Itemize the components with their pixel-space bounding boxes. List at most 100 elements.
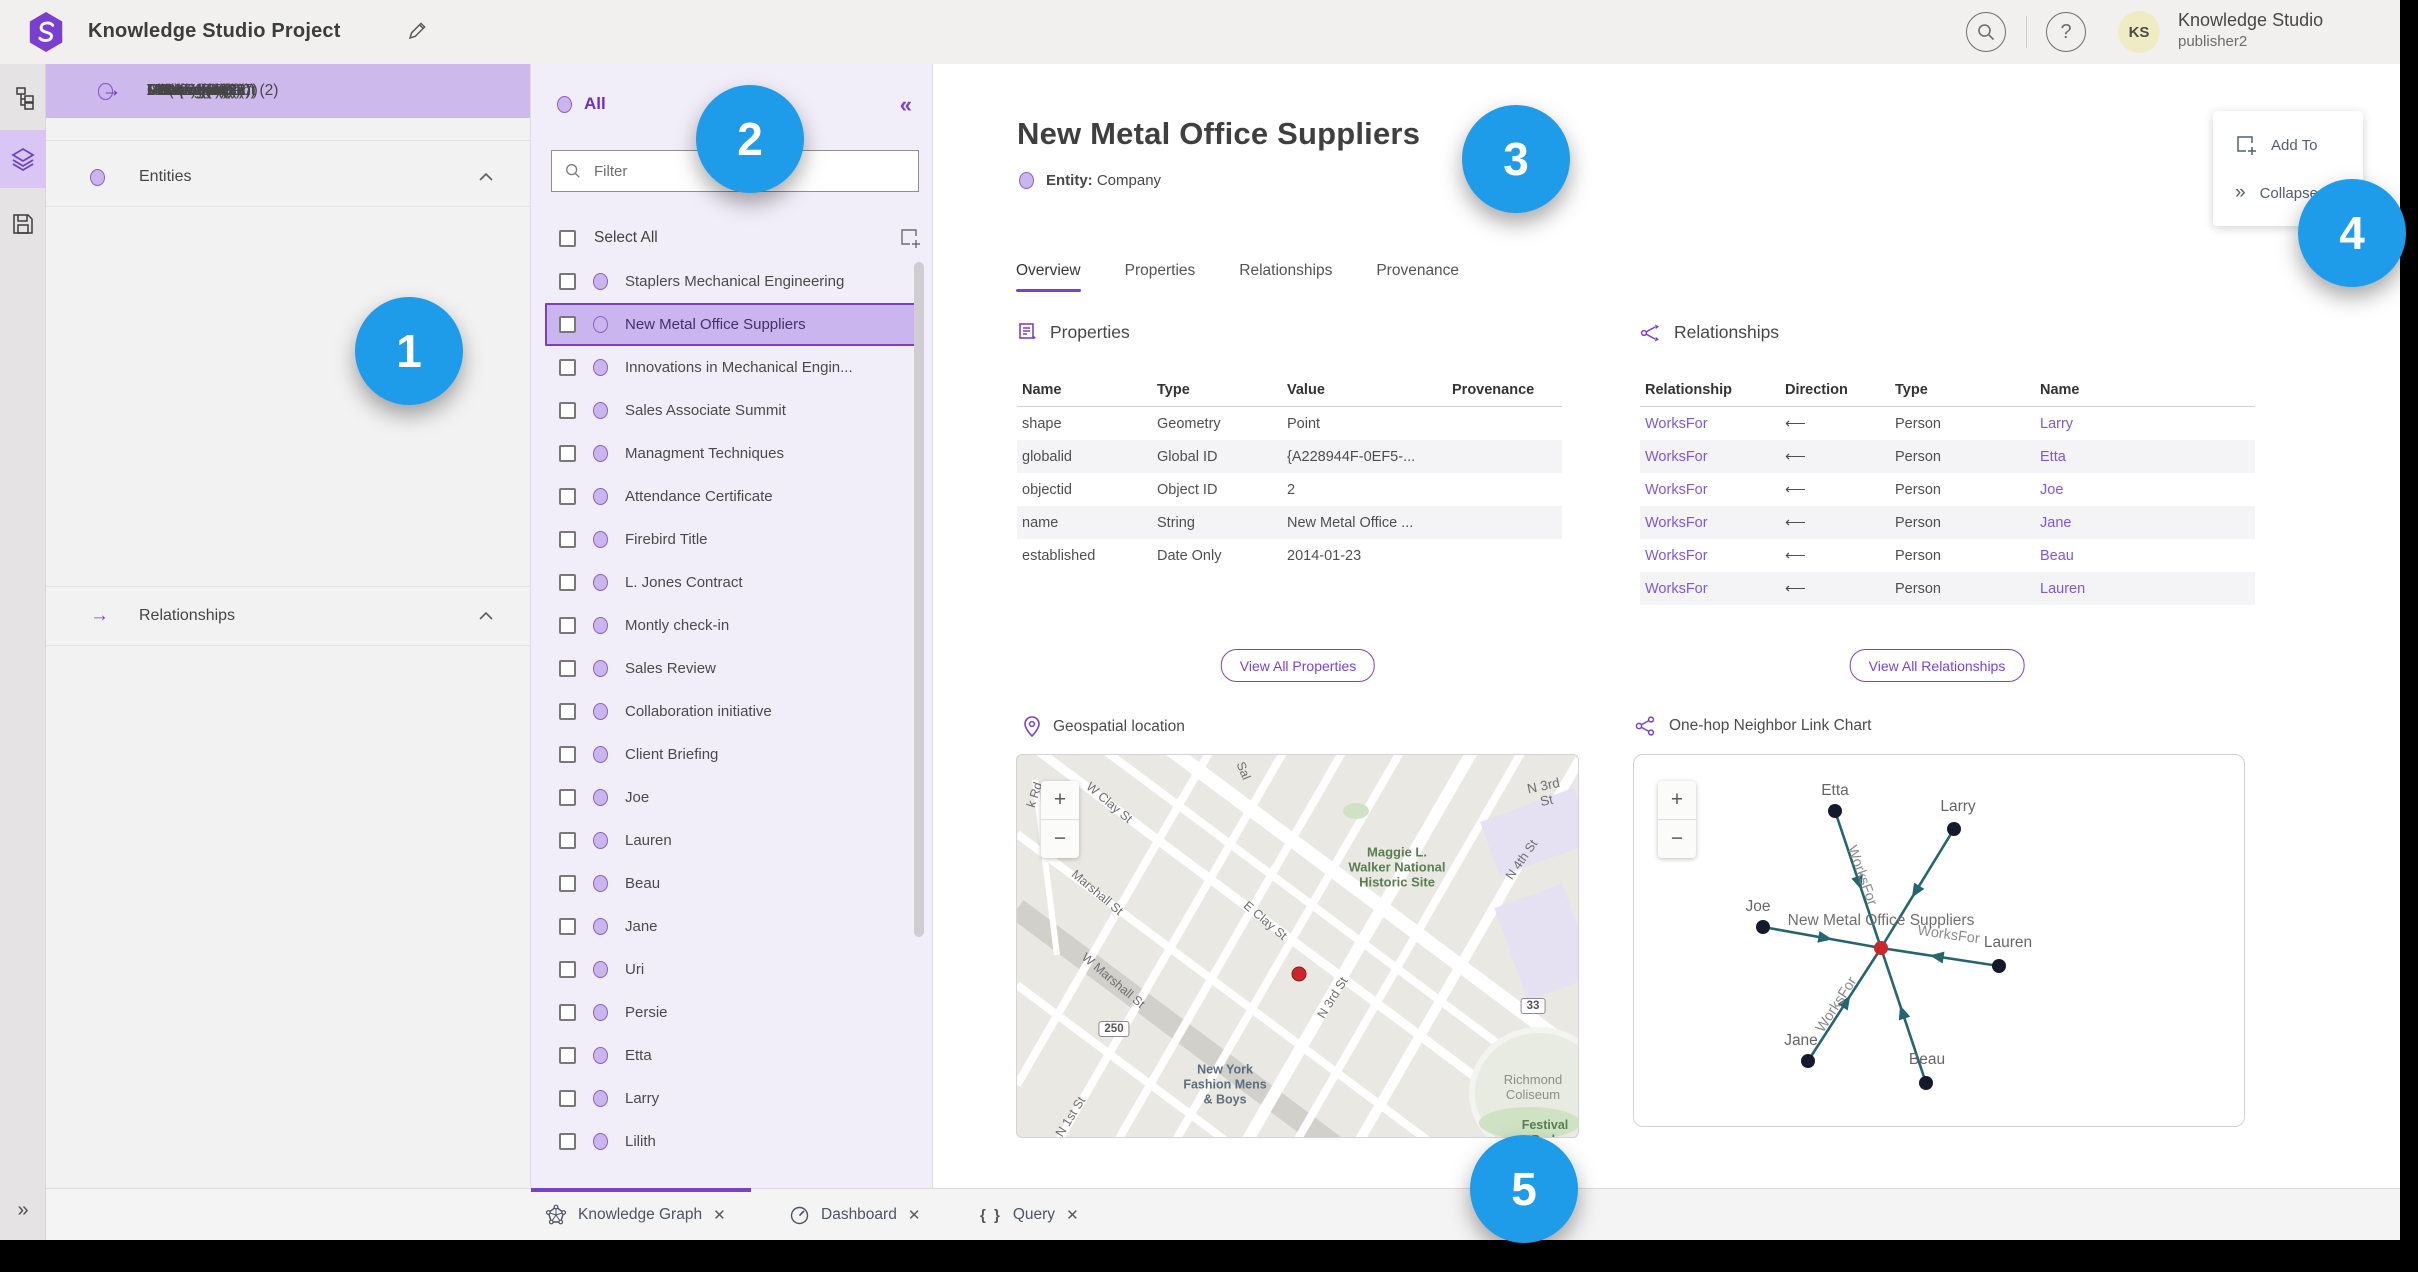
related-entity-link[interactable]: Joe [2035, 482, 2255, 498]
basemap[interactable]: k Rd W Clay St Sal N 3rd St Maggie L. Walker… [1017, 755, 1578, 1137]
item-checkbox[interactable] [559, 746, 576, 763]
entity-list-item[interactable]: Innovations in Mechanical Engin... [531, 346, 932, 389]
entity-list-item[interactable]: Sales Associate Summit [531, 389, 932, 432]
entity-list-item[interactable]: New Metal Office Suppliers [545, 303, 920, 346]
layers-button-selected[interactable] [0, 130, 46, 188]
item-checkbox[interactable] [559, 574, 576, 591]
related-entity-link[interactable]: Lauren [2035, 581, 2255, 597]
add-to-new-icon[interactable] [899, 227, 921, 249]
graph-node[interactable] [1828, 804, 1842, 818]
item-checkbox[interactable] [559, 875, 576, 892]
entity-list-item[interactable]: Montly check-in [531, 604, 932, 647]
sidebar-relationship-item[interactable]: → Manages (1) [46, 64, 530, 118]
entity-list-item[interactable]: Staplers Mechanical Engineering [531, 260, 932, 303]
user-info[interactable]: Knowledge Studio publisher2 [2178, 10, 2323, 52]
relationship-row[interactable]: WorksFor ⟵ Person Beau [1640, 539, 2255, 572]
entity-list-item[interactable]: Collaboration initiative [531, 690, 932, 733]
item-checkbox[interactable] [559, 1090, 576, 1107]
entity-list-item[interactable]: Client Briefing [531, 733, 932, 776]
item-checkbox[interactable] [559, 918, 576, 935]
entity-list-item[interactable]: Firebird Title [531, 518, 932, 561]
detail-tab[interactable]: Properties [1125, 262, 1196, 292]
tab-query[interactable]: { } Query ✕ [980, 1189, 1079, 1240]
chevron-up-icon[interactable] [478, 172, 494, 182]
entity-list-item[interactable]: Joe [531, 776, 932, 819]
relationship-row[interactable]: WorksFor ⟵ Person Larry [1640, 407, 2255, 440]
entity-location-marker[interactable] [1291, 966, 1307, 982]
zoom-out-button[interactable]: − [1041, 819, 1079, 858]
property-row[interactable]: objectid Object ID 2 [1017, 473, 1562, 506]
relationship-link[interactable]: WorksFor [1640, 416, 1780, 432]
related-entity-link[interactable]: Etta [2035, 449, 2255, 465]
relationship-row[interactable]: WorksFor ⟵ Person Jane [1640, 506, 2255, 539]
item-checkbox[interactable] [559, 961, 576, 978]
item-checkbox[interactable] [559, 316, 576, 333]
entity-list-item[interactable]: Attendance Certificate [531, 475, 932, 518]
zoom-in-button[interactable]: + [1041, 781, 1079, 819]
select-all-checkbox[interactable] [559, 229, 576, 247]
related-entity-link[interactable]: Beau [2035, 548, 2255, 564]
relationships-section-header[interactable]: → Relationships [46, 586, 530, 646]
relationship-row[interactable]: WorksFor ⟵ Person Lauren [1640, 572, 2255, 605]
entity-list-item[interactable]: Lauren [531, 819, 932, 862]
relationship-link[interactable]: WorksFor [1640, 581, 1780, 597]
data-model-button[interactable] [0, 70, 46, 126]
relationship-link[interactable]: WorksFor [1640, 548, 1780, 564]
graph-node[interactable] [1992, 959, 2006, 973]
avatar[interactable]: KS [2118, 11, 2160, 53]
center-graph-node[interactable] [1874, 941, 1888, 955]
item-checkbox[interactable] [559, 1133, 576, 1150]
property-row[interactable]: established Date Only 2014-01-23 [1017, 539, 1562, 572]
view-all-relationships-button[interactable]: View All Relationships [1849, 649, 2025, 682]
tab-dashboard[interactable]: Dashboard ✕ [789, 1189, 920, 1240]
item-checkbox[interactable] [559, 617, 576, 634]
zoom-in-button[interactable]: + [1658, 781, 1696, 819]
item-checkbox[interactable] [559, 531, 576, 548]
entity-list-item[interactable]: Uri [531, 948, 932, 991]
detail-tab[interactable]: Relationships [1239, 262, 1332, 292]
related-entity-link[interactable]: Jane [2035, 515, 2255, 531]
entity-list-item[interactable]: L. Jones Contract [531, 561, 932, 604]
item-checkbox[interactable] [559, 488, 576, 505]
map-widget[interactable]: k Rd W Clay St Sal N 3rd St Maggie L. Walker… [1016, 754, 1579, 1138]
entity-list-item[interactable]: Sales Review [531, 647, 932, 690]
graph-node[interactable] [1947, 822, 1961, 836]
link-chart-canvas[interactable]: WorksForWorksForWorksForEttaLarryJoeLaur… [1634, 755, 2245, 1127]
help-button[interactable]: ? [2046, 12, 2086, 52]
view-all-properties-button[interactable]: View All Properties [1220, 649, 1376, 682]
entity-list-item[interactable]: Jane [531, 905, 932, 948]
relationship-link[interactable]: WorksFor [1640, 515, 1780, 531]
scrollbar-thumb[interactable] [914, 262, 924, 937]
item-checkbox[interactable] [559, 1004, 576, 1021]
tab-knowledge-graph[interactable]: Knowledge Graph ✕ [545, 1189, 726, 1240]
close-tab-icon[interactable]: ✕ [713, 1206, 726, 1224]
search-button[interactable] [1966, 12, 2006, 52]
entity-list-item[interactable]: Etta [531, 1034, 932, 1077]
item-checkbox[interactable] [559, 402, 576, 419]
add-to-menu-item[interactable]: Add To [2213, 125, 2363, 165]
relationship-row[interactable]: WorksFor ⟵ Person Joe [1640, 473, 2255, 506]
item-checkbox[interactable] [559, 273, 576, 290]
entity-list-item[interactable]: Persie [531, 991, 932, 1034]
item-checkbox[interactable] [559, 703, 576, 720]
detail-tab[interactable]: Provenance [1376, 262, 1459, 292]
relationship-link[interactable]: WorksFor [1640, 482, 1780, 498]
item-checkbox[interactable] [559, 660, 576, 677]
graph-node[interactable] [1756, 920, 1770, 934]
property-row[interactable]: name String New Metal Office ... [1017, 506, 1562, 539]
graph-node[interactable] [1801, 1054, 1815, 1068]
collapse-panel-button[interactable]: « [900, 92, 912, 118]
entities-section-header[interactable]: Entities [46, 148, 530, 207]
item-checkbox[interactable] [559, 832, 576, 849]
select-all-row[interactable]: Select All [559, 216, 920, 260]
item-checkbox[interactable] [559, 1047, 576, 1064]
zoom-out-button[interactable]: − [1658, 819, 1696, 858]
close-tab-icon[interactable]: ✕ [908, 1206, 921, 1224]
close-tab-icon[interactable]: ✕ [1066, 1206, 1079, 1224]
entity-list-item[interactable]: Lilith [531, 1120, 932, 1163]
property-row[interactable]: shape Geometry Point [1017, 407, 1562, 440]
link-chart-widget[interactable]: WorksFor WorksFor WorksFor Etta Larry Joe Laur… [1633, 754, 2245, 1127]
property-row[interactable]: globalid Global ID {A228944F-0EF5-... [1017, 440, 1562, 473]
chevron-up-icon[interactable] [478, 611, 494, 621]
entity-list-item[interactable]: Managment Techniques [531, 432, 932, 475]
